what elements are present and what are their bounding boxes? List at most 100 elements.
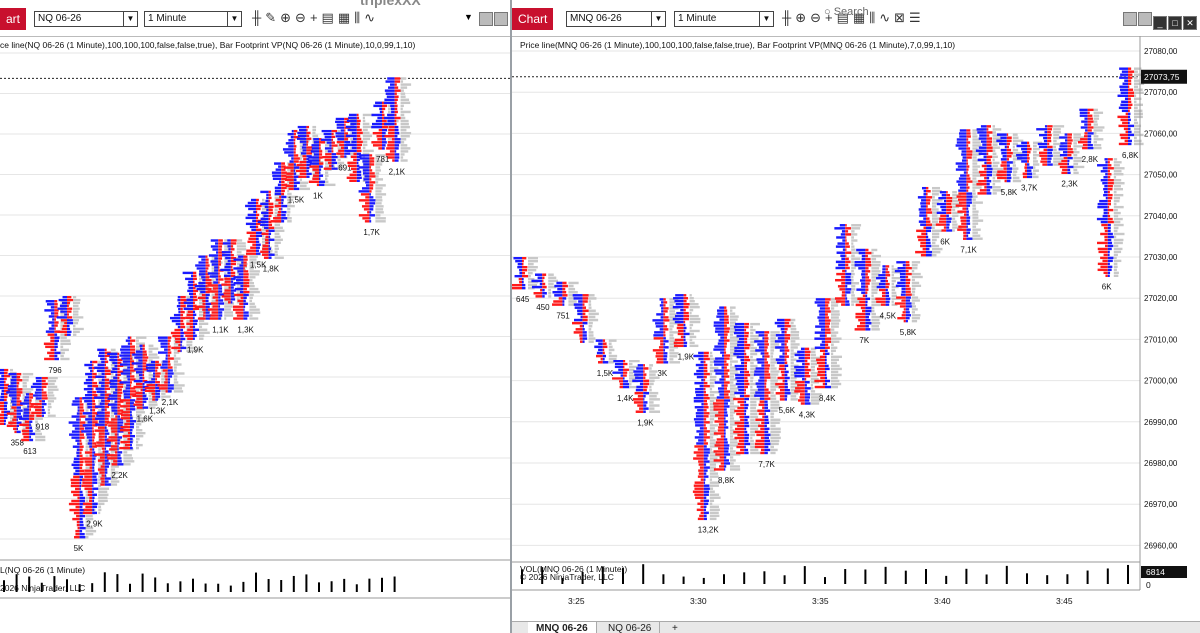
footprint-left-cell	[658, 346, 664, 349]
volume-profile-cell	[588, 303, 592, 306]
volume-profile-cell	[1113, 259, 1122, 263]
footprint-right-cell	[67, 301, 71, 305]
volume-profile-cell	[400, 159, 408, 162]
volume-profile-cell	[992, 128, 1002, 131]
footprint-left-cell	[713, 459, 724, 462]
footprint-right-cell	[1067, 142, 1072, 145]
footprint-left-cell	[279, 195, 282, 199]
footprint-right-cell	[230, 268, 234, 272]
footprint-left-cell	[222, 242, 231, 245]
volume-profile-cell	[649, 410, 661, 413]
footprint-left-cell	[835, 260, 846, 264]
volume-profile-cell	[588, 318, 599, 322]
volume-profile-cell	[992, 152, 997, 156]
left-chart-canvas[interactable]: 3586139187965K2,9K2,2K1,6K1,3K2,1K1,9K1,…	[0, 0, 510, 600]
footprint-right-cell	[356, 128, 362, 132]
footprint-left-cell	[392, 159, 395, 162]
footprint-right-cell	[331, 158, 336, 162]
footprint-right-cell	[230, 248, 235, 251]
bar-volume-label: 4,5K	[880, 311, 897, 320]
footprint-right-cell	[205, 282, 212, 285]
footprint-left-cell	[733, 430, 745, 434]
footprint-left-cell	[50, 336, 55, 339]
volume-profile-cell	[1012, 179, 1022, 183]
footprint-left-cell	[88, 415, 93, 418]
footprint-left-cell	[278, 180, 282, 184]
footprint-right-cell	[1067, 159, 1070, 163]
footprint-left-cell	[598, 361, 603, 364]
footprint-right-cell	[1087, 129, 1092, 132]
footprint-right-cell	[92, 393, 98, 397]
footprint-left-cell	[961, 222, 967, 225]
footprint-left-cell	[0, 392, 4, 396]
right-chart-canvas[interactable]: 6454507511,5K1,4K1,9K3K1,9K13,2K8,8K7,7K…	[512, 0, 1200, 621]
volume-profile-cell	[770, 376, 777, 379]
footprint-left-cell	[1117, 94, 1128, 97]
footprint-left-cell	[736, 412, 745, 416]
footprint-left-cell	[1021, 160, 1027, 163]
footprint-left-cell	[854, 260, 866, 264]
footprint-right-cell	[522, 262, 524, 266]
footprint-right-cell	[218, 263, 222, 266]
footprint-right-cell	[130, 426, 134, 429]
footprint-right-cell	[193, 307, 200, 311]
footprint-left-cell	[77, 442, 80, 445]
footprint-right-cell	[92, 390, 97, 394]
volume-profile-cell	[362, 122, 370, 126]
tab-mnq[interactable]: MNQ 06-26	[528, 622, 597, 633]
volume-profile-cell	[1033, 150, 1037, 154]
footprint-right-cell	[845, 269, 847, 273]
volume-profile-cell	[375, 184, 386, 187]
footprint-right-cell	[130, 414, 132, 417]
footprint-left-cell	[779, 395, 785, 398]
footprint-right-cell	[1107, 232, 1113, 236]
volume-profile-cell	[871, 303, 881, 307]
footprint-left-cell	[85, 378, 93, 382]
volume-profile-cell	[325, 177, 328, 180]
volume-profile-cell	[47, 391, 54, 394]
footprint-left-cell	[101, 480, 105, 483]
volume-profile-cell	[274, 238, 283, 241]
footprint-right-cell	[744, 418, 748, 422]
footprint-left-cell	[734, 436, 745, 440]
footprint-right-cell	[825, 349, 828, 352]
footprint-left-cell	[247, 201, 256, 205]
footprint-right-cell	[1107, 199, 1111, 203]
volume-profile-cell	[851, 278, 854, 282]
footprint-left-cell	[834, 297, 846, 300]
footprint-left-cell	[240, 296, 244, 300]
footprint-left-cell	[190, 274, 193, 278]
volume-profile-cell	[871, 312, 876, 316]
bar-volume-label: 2,9K	[86, 520, 103, 529]
y-axis-tick: 27000,00	[1144, 377, 1178, 386]
footprint-left-cell	[101, 447, 105, 450]
footprint-left-cell	[112, 367, 118, 371]
footprint-left-cell	[197, 317, 206, 320]
volume-profile-cell	[400, 150, 409, 153]
volume-profile-cell	[1113, 164, 1120, 167]
volume-profile-cell	[299, 187, 311, 191]
volume-profile-cell	[375, 181, 379, 184]
footprint-right-cell	[104, 357, 107, 361]
volume-bar	[904, 570, 907, 584]
footprint-left-cell	[637, 395, 644, 398]
footprint-right-cell	[218, 317, 221, 320]
footprint-right-cell	[986, 170, 993, 174]
footprint-right-cell	[382, 119, 387, 123]
footprint-left-cell	[13, 415, 17, 418]
volume-profile-cell	[750, 415, 759, 419]
volume-profile-cell	[831, 316, 839, 319]
add-tab-button[interactable]: +	[664, 622, 686, 633]
footprint-right-cell	[966, 204, 971, 207]
tab-nq[interactable]: NQ 06-26	[600, 622, 661, 633]
footprint-left-cell	[735, 382, 745, 386]
footprint-left-cell	[81, 430, 93, 433]
volume-profile-cell	[831, 343, 834, 346]
footprint-left-cell	[245, 216, 256, 220]
volume-profile-cell	[770, 349, 775, 352]
footprint-left-cell	[899, 275, 906, 279]
footprint-left-cell	[108, 424, 118, 427]
footprint-left-cell	[56, 316, 67, 319]
volume-bar	[318, 582, 320, 592]
footprint-left-cell	[308, 180, 319, 184]
